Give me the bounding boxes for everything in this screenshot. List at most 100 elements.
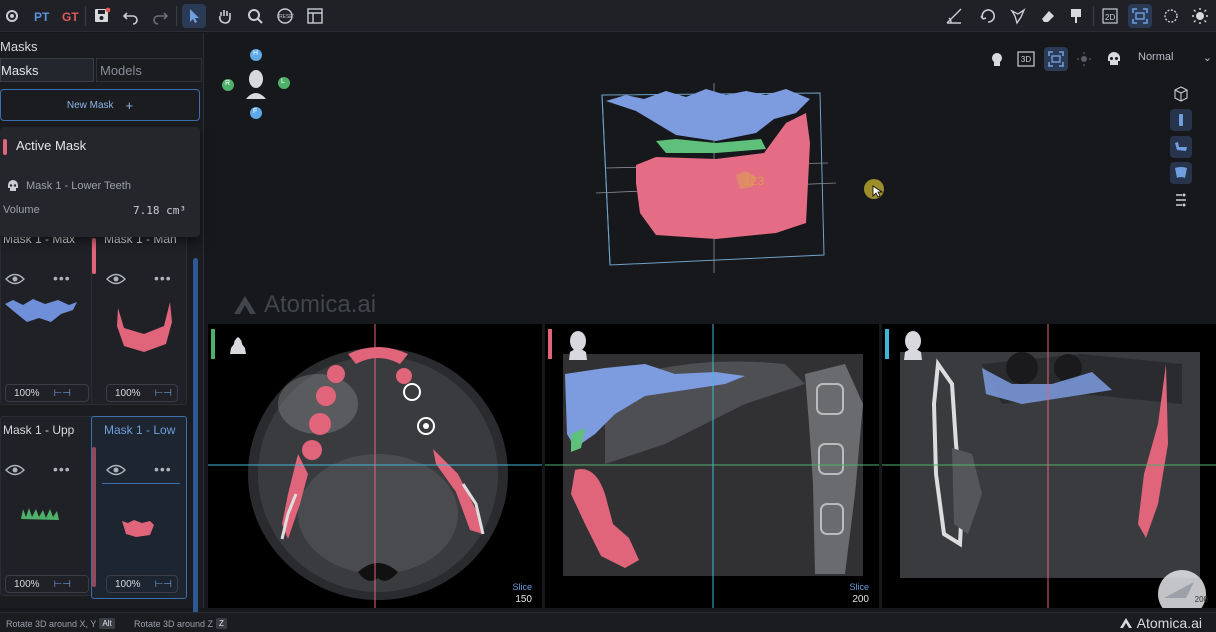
eraser-icon[interactable] [1036, 4, 1060, 28]
mouse-cursor-icon [872, 185, 884, 198]
key-badge: Alt [99, 618, 115, 629]
more-options-icon[interactable]: ••• [53, 270, 71, 286]
mask-card[interactable]: Mask 1 - Max ••• 100% ⊢⊣ [0, 225, 96, 405]
fit-icon[interactable]: ⊢⊣ [54, 388, 71, 399]
brightness-icon[interactable] [1159, 4, 1183, 28]
view-3d-active-icon[interactable] [1128, 4, 1152, 28]
skull-icon [8, 180, 18, 191]
jaw-icon[interactable] [1170, 136, 1192, 158]
svg-text:PT: PT [34, 10, 50, 24]
save-icon[interactable] [90, 4, 114, 28]
opacity-control[interactable]: 100% ⊢⊣ [106, 575, 178, 593]
3d-jaw-model[interactable]: 123 [596, 83, 836, 283]
new-mask-label: New Mask [66, 99, 114, 111]
opacity-control[interactable]: 100% ⊢⊣ [5, 575, 89, 593]
mask-card[interactable]: Mask 1 - Upp ••• 100% ⊢⊣ [0, 416, 96, 596]
gt-icon[interactable]: GT [58, 4, 82, 28]
render-mode-select[interactable]: Normal ⌄ [1134, 45, 1216, 69]
tooth-number-label: 123 [744, 174, 764, 188]
light-icon[interactable] [1072, 47, 1096, 71]
more-options-icon[interactable]: ••• [154, 270, 172, 286]
orientation-bottom-label: F [253, 108, 258, 115]
active-mask-card: Active Mask Mask 1 - Lower Teeth Volume … [0, 127, 200, 237]
app-root: PT GT RESET [0, 0, 1216, 632]
volume-label: Volume [3, 204, 40, 216]
opacity-control[interactable]: 100% ⊢⊣ [5, 384, 89, 402]
eye-icon[interactable] [5, 272, 25, 291]
atomica-logo-icon [234, 296, 256, 314]
rotate-icon[interactable] [976, 4, 1000, 28]
svg-text:RESET: RESET [279, 14, 294, 20]
orientation-widget[interactable] [220, 47, 296, 123]
orientation-right-label: L [281, 78, 285, 85]
fit-view-icon[interactable] [1044, 47, 1068, 71]
cube-icon[interactable] [1170, 83, 1192, 105]
fit-icon[interactable]: ⊢⊣ [155, 579, 172, 590]
rotate-z-hint: Rotate 3D around Z Z [134, 618, 227, 629]
mask-card-name: Mask 1 - Upp [3, 423, 75, 437]
chevron-down-icon: ⌄ [1202, 51, 1212, 64]
eye-icon[interactable] [5, 463, 25, 482]
view-2d-icon[interactable]: 2D [1098, 4, 1122, 28]
3d-toggle-label: 3D [1020, 54, 1032, 64]
opacity-value: 100% [14, 578, 40, 590]
mask-card[interactable]: Mask 1 - Man ••• 100% ⊢⊣ [91, 225, 187, 405]
coronal-slice-view[interactable]: 200 [882, 324, 1216, 608]
pointer-icon[interactable] [182, 4, 206, 28]
undo-icon[interactable] [119, 4, 143, 28]
tooth-icon[interactable] [1170, 162, 1192, 184]
key-badge: Z [216, 618, 227, 629]
layout-icon[interactable] [303, 4, 327, 28]
mask-card-selected[interactable]: Mask 1 - Low ••• 100% ⊢⊣ [91, 416, 187, 599]
tab-models[interactable]: Models [96, 58, 202, 82]
mask-color-bar [92, 238, 96, 274]
new-mask-button[interactable]: New Mask + [0, 89, 200, 121]
brand-footer-text: Atomica.ai [1136, 615, 1202, 631]
mask-color-bar [92, 447, 96, 587]
more-options-icon[interactable]: ••• [154, 461, 172, 477]
implant-icon[interactable] [1170, 109, 1192, 131]
axial-slice-view[interactable]: Slice 150 [208, 324, 542, 608]
slice-label: Slice [849, 582, 869, 592]
settings-icon[interactable] [0, 4, 24, 28]
3d-viewport[interactable]: H R L F 123 3D Normal ⌄ [206, 33, 1216, 323]
top-toolbar: PT GT RESET [0, 0, 1216, 32]
brand-watermark-text: Atomica.ai [264, 291, 377, 318]
tab-masks[interactable]: Masks [0, 58, 94, 82]
measure-icon[interactable] [942, 4, 966, 28]
pt-icon[interactable]: PT [30, 4, 54, 28]
lasso-icon[interactable] [1006, 4, 1030, 28]
reset-icon[interactable]: RESET [273, 4, 297, 28]
3d-toggle-icon[interactable]: 3D [1014, 47, 1038, 71]
sagittal-slice-view[interactable]: Slice 200 [545, 324, 879, 608]
toolbar-divider [85, 6, 86, 26]
head-view-icon[interactable] [986, 47, 1010, 71]
skull-icon[interactable] [1102, 47, 1126, 71]
more-options-icon[interactable]: ••• [53, 461, 71, 477]
zoom-icon[interactable] [243, 4, 267, 28]
fit-icon[interactable]: ⊢⊣ [155, 388, 172, 399]
render-mode-value: Normal [1138, 51, 1174, 63]
redo-icon[interactable] [148, 4, 172, 28]
contrast-icon[interactable] [1188, 4, 1212, 28]
opacity-control[interactable]: 100% ⊢⊣ [106, 384, 178, 402]
mask-thumbnail [5, 299, 77, 322]
mask-thumbnail [21, 508, 59, 520]
slice-number: 200 [852, 594, 869, 605]
adjust-icon[interactable] [1170, 189, 1192, 211]
atomica-logo-icon [1119, 618, 1132, 628]
brush-icon[interactable] [1064, 4, 1088, 28]
eye-icon[interactable] [106, 463, 126, 482]
eye-icon[interactable] [106, 272, 126, 291]
active-mask-color-bar [3, 139, 7, 155]
fit-icon[interactable]: ⊢⊣ [54, 579, 71, 590]
hint-text: Rotate 3D around Z [134, 618, 214, 629]
sagittal-orientation-icon [569, 331, 587, 360]
masks-panel: Masks Masks Models New Mask + Active Mas… [0, 33, 204, 632]
pan-icon[interactable] [213, 4, 237, 28]
hint-text: Rotate 3D around X, Y [6, 618, 97, 629]
panel-tabs: Masks Models [0, 58, 204, 82]
panel-scrollbar[interactable] [193, 258, 198, 632]
slice-number: 150 [515, 594, 532, 605]
toolbar-divider [176, 6, 177, 26]
